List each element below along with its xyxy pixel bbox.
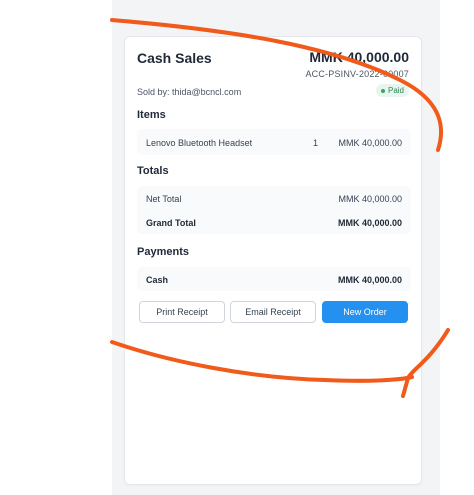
payment-method: Cash bbox=[146, 275, 169, 285]
invoice-total-amount: MMK 40,000.00 bbox=[309, 49, 409, 65]
payments-panel: Cash MMK 40,000.00 bbox=[137, 267, 411, 291]
net-total-row: Net Total MMK 40,000.00 bbox=[137, 186, 411, 210]
invoice-summary-card: Cash Sales MMK 40,000.00 ACC-PSINV-2022-… bbox=[124, 36, 422, 485]
item-name: Lenovo Bluetooth Headset bbox=[146, 138, 253, 148]
print-receipt-button[interactable]: Print Receipt bbox=[139, 301, 225, 323]
grand-total-row: Grand Total MMK 40,000.00 bbox=[137, 210, 411, 234]
status-dot-icon bbox=[380, 88, 385, 93]
payment-value: MMK 40,000.00 bbox=[337, 275, 402, 285]
net-total-label: Net Total bbox=[146, 194, 182, 204]
items-panel: Lenovo Bluetooth Headset 1 MMK 40,000.00 bbox=[137, 129, 411, 155]
payments-section-title: Payments bbox=[137, 246, 189, 258]
status-badge-label: Paid bbox=[387, 86, 404, 95]
items-section-title: Items bbox=[137, 109, 166, 121]
grand-total-label: Grand Total bbox=[146, 218, 196, 228]
email-receipt-button[interactable]: Email Receipt bbox=[230, 301, 316, 323]
item-amount: MMK 40,000.00 bbox=[338, 138, 402, 148]
item-qty: 1 bbox=[313, 138, 319, 148]
status-badge: Paid bbox=[375, 84, 409, 97]
totals-section-title: Totals bbox=[137, 165, 169, 177]
table-row: Lenovo Bluetooth Headset 1 MMK 40,000.00 bbox=[137, 129, 411, 155]
totals-panel: Net Total MMK 40,000.00 Grand Total MMK … bbox=[137, 186, 411, 234]
customer-title: Cash Sales bbox=[137, 50, 212, 66]
new-order-button[interactable]: New Order bbox=[322, 301, 408, 323]
sold-by-label: Sold by: thida@bcncl.com bbox=[137, 87, 242, 97]
invoice-number: ACC-PSINV-2022-00007 bbox=[305, 69, 409, 79]
payment-row: Cash MMK 40,000.00 bbox=[137, 267, 411, 291]
net-total-value: MMK 40,000.00 bbox=[338, 194, 402, 204]
grand-total-value: MMK 40,000.00 bbox=[337, 218, 402, 228]
